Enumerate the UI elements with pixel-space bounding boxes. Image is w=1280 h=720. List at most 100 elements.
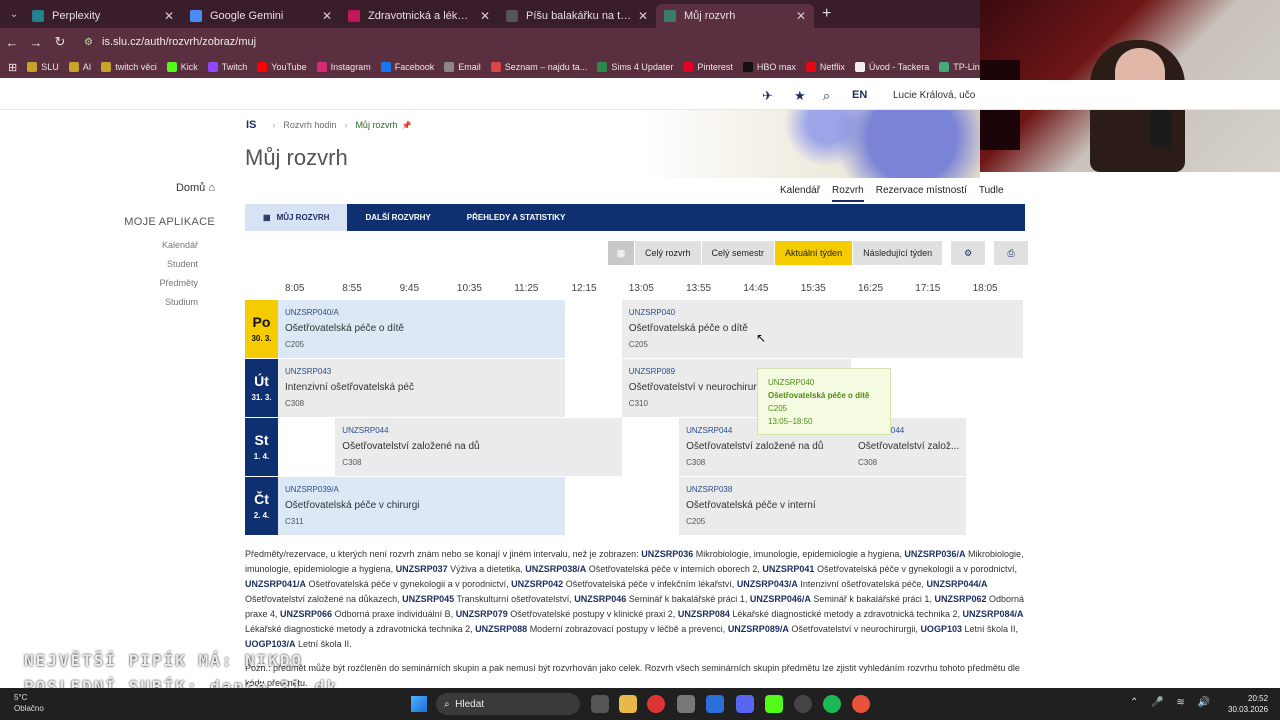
course-code-link[interactable]: UNZSRP084/A [963, 609, 1024, 619]
leftnav-item[interactable]: Kalendář [100, 236, 215, 255]
back-icon[interactable]: ← [0, 35, 24, 50]
browser-tab[interactable]: Zdravotnická a lékařská literatu ✕ [340, 4, 498, 28]
chrome-icon[interactable] [647, 695, 665, 713]
browser-tab[interactable]: Google Gemini ✕ [182, 4, 340, 28]
leftnav-item[interactable]: Student [100, 255, 215, 274]
course-code-link[interactable]: UNZSRP084 [678, 609, 730, 619]
schedule-event[interactable]: UNZSRP044 Ošetřovatelství založené na dů C… [335, 418, 622, 476]
full-schedule-button[interactable]: Celý rozvrh [635, 241, 701, 265]
reload-icon[interactable]: ↻ [48, 34, 72, 50]
user-name[interactable]: Lucie Králová, učo [893, 90, 975, 101]
settings-app-icon[interactable] [677, 695, 695, 713]
tab-close-icon[interactable]: ✕ [322, 9, 332, 23]
course-code-link[interactable]: UNZSRP036/A [904, 549, 965, 559]
search-icon[interactable]: ⌕ [823, 88, 830, 104]
task-view-icon[interactable] [591, 695, 609, 713]
course-code-link[interactable]: UNZSRP046/A [750, 594, 811, 604]
event-code[interactable]: UNZSRP044 [342, 426, 615, 435]
bookmark-item[interactable]: Facebook [380, 62, 434, 72]
taskbar-search[interactable]: ⌕ Hledat [436, 693, 580, 715]
discord-icon[interactable] [736, 695, 754, 713]
course-code-link[interactable]: UNZSRP036 [641, 549, 693, 559]
schedule-event[interactable]: UNZSRP043 Intenzivní ošetřovatelská péč C3… [278, 359, 565, 417]
url-field[interactable]: ⚙ is.slu.cz/auth/rozvrh/zobraz/muj [84, 31, 980, 53]
schedule-tab[interactable]: PŘEHLEDY A STATISTIKY [449, 204, 584, 231]
course-code-link[interactable]: UNZSRP066 [280, 609, 332, 619]
bookmark-item[interactable]: twitch věci [101, 62, 157, 72]
bookmark-item[interactable]: Úvod - Tackera [854, 62, 929, 72]
bookmark-item[interactable]: Seznam – najdu ta... [490, 62, 587, 72]
course-code-link[interactable]: UNZSRP041 [762, 564, 814, 574]
site-info-icon[interactable]: ⚙ [84, 37, 102, 48]
course-code-link[interactable]: UNZSRP038/A [525, 564, 586, 574]
bookmark-item[interactable]: YouTube [257, 62, 307, 72]
bookmark-item[interactable]: TP-Link TL-Pi [939, 62, 980, 72]
schedule-tab[interactable]: ▦ MŮJ ROZVRH [245, 204, 348, 231]
course-code-link[interactable]: UOGP103 [920, 624, 962, 634]
is-logo[interactable]: IS [246, 119, 256, 131]
language-switch[interactable]: EN [852, 89, 867, 101]
event-code[interactable]: UNZSRP040/A [285, 308, 558, 317]
app-icon[interactable] [852, 695, 870, 713]
bookmark-item[interactable]: SLU [27, 62, 59, 72]
forward-icon[interactable]: → [24, 35, 48, 50]
event-code[interactable]: UNZSRP038 [686, 485, 959, 494]
course-code-link[interactable]: UNZSRP062 [934, 594, 986, 604]
browser-tab[interactable]: Můj rozvrh ✕ [656, 4, 814, 28]
event-code[interactable]: UNZSRP039/A [285, 485, 558, 494]
top-link[interactable]: Kalendář [780, 185, 820, 202]
course-code-link[interactable]: UNZSRP045 [402, 594, 454, 604]
apps-icon[interactable]: ⊞ [8, 61, 17, 74]
course-code-link[interactable]: UNZSRP079 [456, 609, 508, 619]
file-explorer-icon[interactable] [619, 695, 637, 713]
breadcrumb-rozvrh[interactable]: Rozvrh hodin [283, 120, 336, 130]
settings-icon[interactable]: ⚙ [951, 241, 986, 265]
schedule-event[interactable]: UNZSRP038 Ošetřovatelská péče v interní C2… [679, 477, 966, 535]
next-week-button[interactable]: Následující týden [853, 241, 943, 265]
bookmark-item[interactable]: Kick [166, 62, 198, 72]
print-icon[interactable]: ⎙ [994, 241, 1029, 265]
top-link[interactable]: Rezervace místností [876, 185, 967, 202]
system-tray[interactable]: ⌃ 🎤 ≋ 🔊 [1130, 697, 1215, 708]
browser-tab[interactable]: Perplexity ✕ [24, 4, 182, 28]
schedule-tab[interactable]: DALŠÍ ROZVRHY [347, 204, 448, 231]
weather-widget[interactable]: 5°C Oblačno [14, 692, 44, 714]
course-code-link[interactable]: UNZSRP089/A [728, 624, 789, 634]
current-week-button[interactable]: Aktuální týden [775, 241, 853, 265]
bookmark-item[interactable]: HBO max [742, 62, 796, 72]
leftnav-item[interactable]: Předměty [100, 274, 215, 293]
top-link[interactable]: Tudle [979, 185, 1004, 202]
course-code-link[interactable]: UNZSRP088 [475, 624, 527, 634]
photos-icon[interactable] [706, 695, 724, 713]
tab-close-icon[interactable]: ✕ [480, 9, 490, 23]
schedule-event[interactable]: UNZSRP040/A Ošetřovatelská péče o dítě C20… [278, 300, 565, 358]
top-link[interactable]: Rozvrh [832, 185, 864, 202]
course-code-link[interactable]: UNZSRP043/A [737, 579, 798, 589]
bookmark-item[interactable]: Email [444, 62, 481, 72]
obs-icon[interactable] [794, 695, 812, 713]
event-code[interactable]: UNZSRP040 [629, 308, 1016, 317]
course-code-link[interactable]: UNZSRP046 [574, 594, 626, 604]
windows-start-icon[interactable] [411, 696, 427, 712]
tab-close-icon[interactable]: ✕ [796, 9, 806, 23]
pin-icon[interactable]: ✈ [762, 88, 773, 104]
full-semester-button[interactable]: Celý semestr [701, 241, 775, 265]
event-code[interactable]: UNZSRP043 [285, 367, 558, 376]
taskbar-clock[interactable]: 20:52 30.03.2026 [1228, 693, 1268, 715]
calendar-view-icon[interactable]: ▦ [608, 241, 634, 265]
home-link[interactable]: Domů ⌂ [100, 182, 215, 194]
new-tab-icon[interactable]: + [822, 5, 831, 23]
bookmark-item[interactable]: Twitch [207, 62, 247, 72]
tab-close-icon[interactable]: ✕ [638, 9, 648, 23]
course-code-link[interactable]: UNZSRP037 [396, 564, 448, 574]
bookmark-item[interactable]: Pinterest [683, 62, 733, 72]
schedule-event[interactable]: UNZSRP039/A Ošetřovatelská péče v chirurg… [278, 477, 565, 535]
browser-tab[interactable]: Píšu balakářku na téma "Alkoho ✕ [498, 4, 656, 28]
bookmark-item[interactable]: Instagram [316, 62, 371, 72]
tab-search-icon[interactable]: ⌄ [4, 4, 24, 24]
course-code-link[interactable]: UNZSRP044/A [926, 579, 987, 589]
leftnav-item[interactable]: Studium [100, 293, 215, 312]
bookmark-item[interactable]: Sims 4 Updater [597, 62, 673, 72]
spotify-icon[interactable] [823, 695, 841, 713]
course-code-link[interactable]: UNZSRP042 [511, 579, 563, 589]
